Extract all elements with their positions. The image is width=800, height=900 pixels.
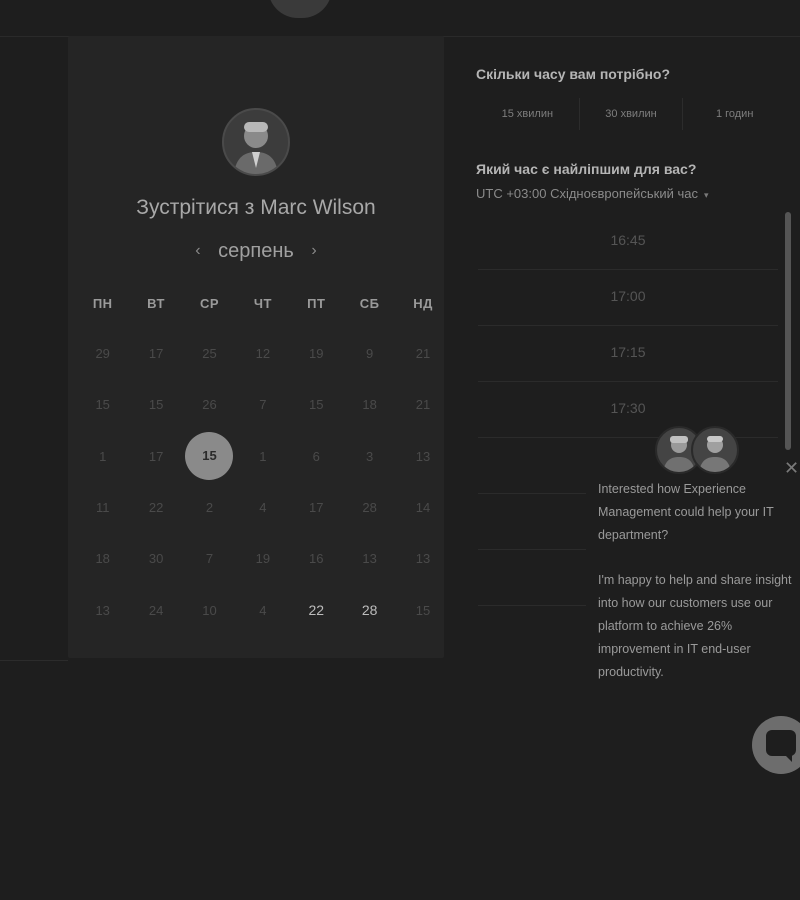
calendar-day: 18 [362, 397, 377, 413]
weekday-label: НД [413, 296, 433, 311]
close-icon[interactable]: ✕ [784, 458, 799, 479]
calendar-day: 13 [415, 551, 431, 567]
calendar-day: 4 [259, 602, 267, 618]
chevron-down-icon: ▾ [703, 190, 709, 200]
top-bar [0, 0, 800, 37]
next-month-icon[interactable]: › [299, 242, 328, 260]
chat-launcher-button[interactable] [752, 716, 800, 774]
calendar-day: 24 [148, 602, 164, 618]
logo-bubble-icon [268, 0, 332, 18]
calendar-day-selected[interactable]: 15 [183, 432, 236, 481]
chat-bubble-tail [782, 752, 792, 762]
chat-message-1: Interested how Experience Management cou… [598, 482, 774, 542]
calendar-day: 9 [366, 346, 374, 362]
calendar-day: 4 [259, 500, 267, 516]
weekday-label: СР [199, 296, 219, 311]
calendar-day: 7 [205, 551, 214, 567]
calendar-day-available[interactable]: 28 [343, 602, 396, 618]
time-slot-scrollbar[interactable] [785, 212, 791, 450]
prev-month-icon[interactable]: ‹ [183, 242, 212, 260]
chat-message-2: I'm happy to help and share insight into… [598, 573, 792, 679]
calendar-day: 30 [148, 551, 164, 567]
month-navigation: ‹ серпень › [68, 240, 444, 263]
calendar-day: 21 [415, 346, 431, 362]
duration-question: Скільки часу вам потрібно? [476, 66, 671, 82]
calendar-day: 14 [415, 500, 431, 516]
time-slot[interactable]: 17:15 [478, 326, 778, 382]
calendar-day: 15 [309, 397, 324, 413]
meeting-title: Зустрітися з Marc Wilson [136, 196, 376, 219]
brand-logo[interactable] [268, 0, 628, 22]
calendar-day: 13 [362, 551, 377, 567]
calendar-week: 29 17 25 12 19 9 21 [76, 328, 450, 379]
calendar-day: 6 [312, 448, 320, 464]
calendar-week: 13 24 10 4 22 28 15 [76, 584, 450, 635]
calendar-day: 17 [309, 500, 324, 516]
calendar-day: 15 [95, 397, 110, 413]
time-slot[interactable] [478, 494, 586, 550]
divider [0, 660, 68, 661]
duration-options: 15 хвилин 30 хвилин 1 годин [476, 98, 786, 130]
duration-option-60[interactable]: 1 годин [683, 98, 786, 130]
calendar-day: 15 [415, 602, 431, 618]
calendar-day: 1 [259, 448, 267, 464]
calendar-day: 12 [255, 346, 271, 362]
calendar-week: 15 15 26 7 15 18 21 [76, 379, 450, 430]
calendar-day-available[interactable]: 22 [290, 602, 343, 618]
calendar-day: 11 [95, 500, 110, 516]
calendar-week: 18 30 7 19 16 13 13 [76, 533, 450, 584]
calendar-day: 16 [309, 551, 324, 567]
timezone-label: UTC +03:00 Східноєвропейський час [476, 186, 698, 201]
calendar-grid: 29 17 25 12 19 9 21 15 15 26 7 15 18 21 … [76, 328, 450, 636]
calendar-day: 3 [366, 448, 374, 464]
duration-option-30[interactable]: 30 хвилин [580, 98, 684, 130]
calendar-day: 13 [95, 602, 110, 618]
calendar-week: 1 17 15 1 6 3 13 [76, 431, 450, 482]
calendar-day: 19 [255, 551, 271, 567]
selected-day-label[interactable]: 15 [185, 432, 234, 481]
time-slot[interactable]: 16:45 [478, 214, 778, 270]
weekday-label: ЧТ [253, 296, 272, 311]
calendar-day: 29 [95, 346, 110, 362]
weekday-label: ПН [92, 296, 113, 311]
calendar-day: 17 [148, 346, 164, 362]
calendar-day: 22 [148, 500, 164, 516]
calendar-day: 28 [362, 500, 377, 516]
chat-popup-message: Interested how Experience Management cou… [598, 478, 794, 684]
calendar-day: 17 [148, 448, 164, 464]
chat-agent-avatars [655, 426, 741, 474]
booking-card: Зустрітися з Marc Wilson ‹ серпень › ПН … [68, 36, 444, 658]
time-slot[interactable] [478, 550, 586, 606]
host-avatar [222, 108, 290, 176]
calendar-day: 2 [205, 500, 214, 516]
calendar-day: 10 [202, 602, 217, 618]
calendar-day: 13 [415, 448, 431, 464]
weekday-label: СБ [359, 296, 380, 311]
calendar-day: 25 [202, 346, 217, 362]
calendar-week: 11 22 2 4 17 28 14 [76, 482, 450, 533]
duration-option-15[interactable]: 15 хвилин [476, 98, 580, 130]
time-slot[interactable]: 17:00 [478, 270, 778, 326]
calendar-day: 19 [309, 346, 324, 362]
calendar-day: 26 [202, 397, 217, 413]
calendar-day: 18 [95, 551, 110, 567]
calendar-day: 7 [259, 397, 267, 413]
timezone-select[interactable]: UTC +03:00 Східноєвропейський час ▾ [476, 186, 709, 201]
agent-avatar [691, 426, 739, 474]
time-question: Який час є найліпшим для вас? [476, 161, 697, 177]
weekday-header: ПН ВТ СР ЧТ ПТ СБ НД [76, 296, 450, 311]
calendar-day: 15 [148, 397, 164, 413]
month-label: серпень [218, 240, 294, 262]
calendar-day: 1 [99, 448, 107, 464]
weekday-label: ВТ [147, 296, 165, 311]
weekday-label: ПТ [307, 296, 326, 311]
calendar-day: 21 [415, 397, 431, 413]
